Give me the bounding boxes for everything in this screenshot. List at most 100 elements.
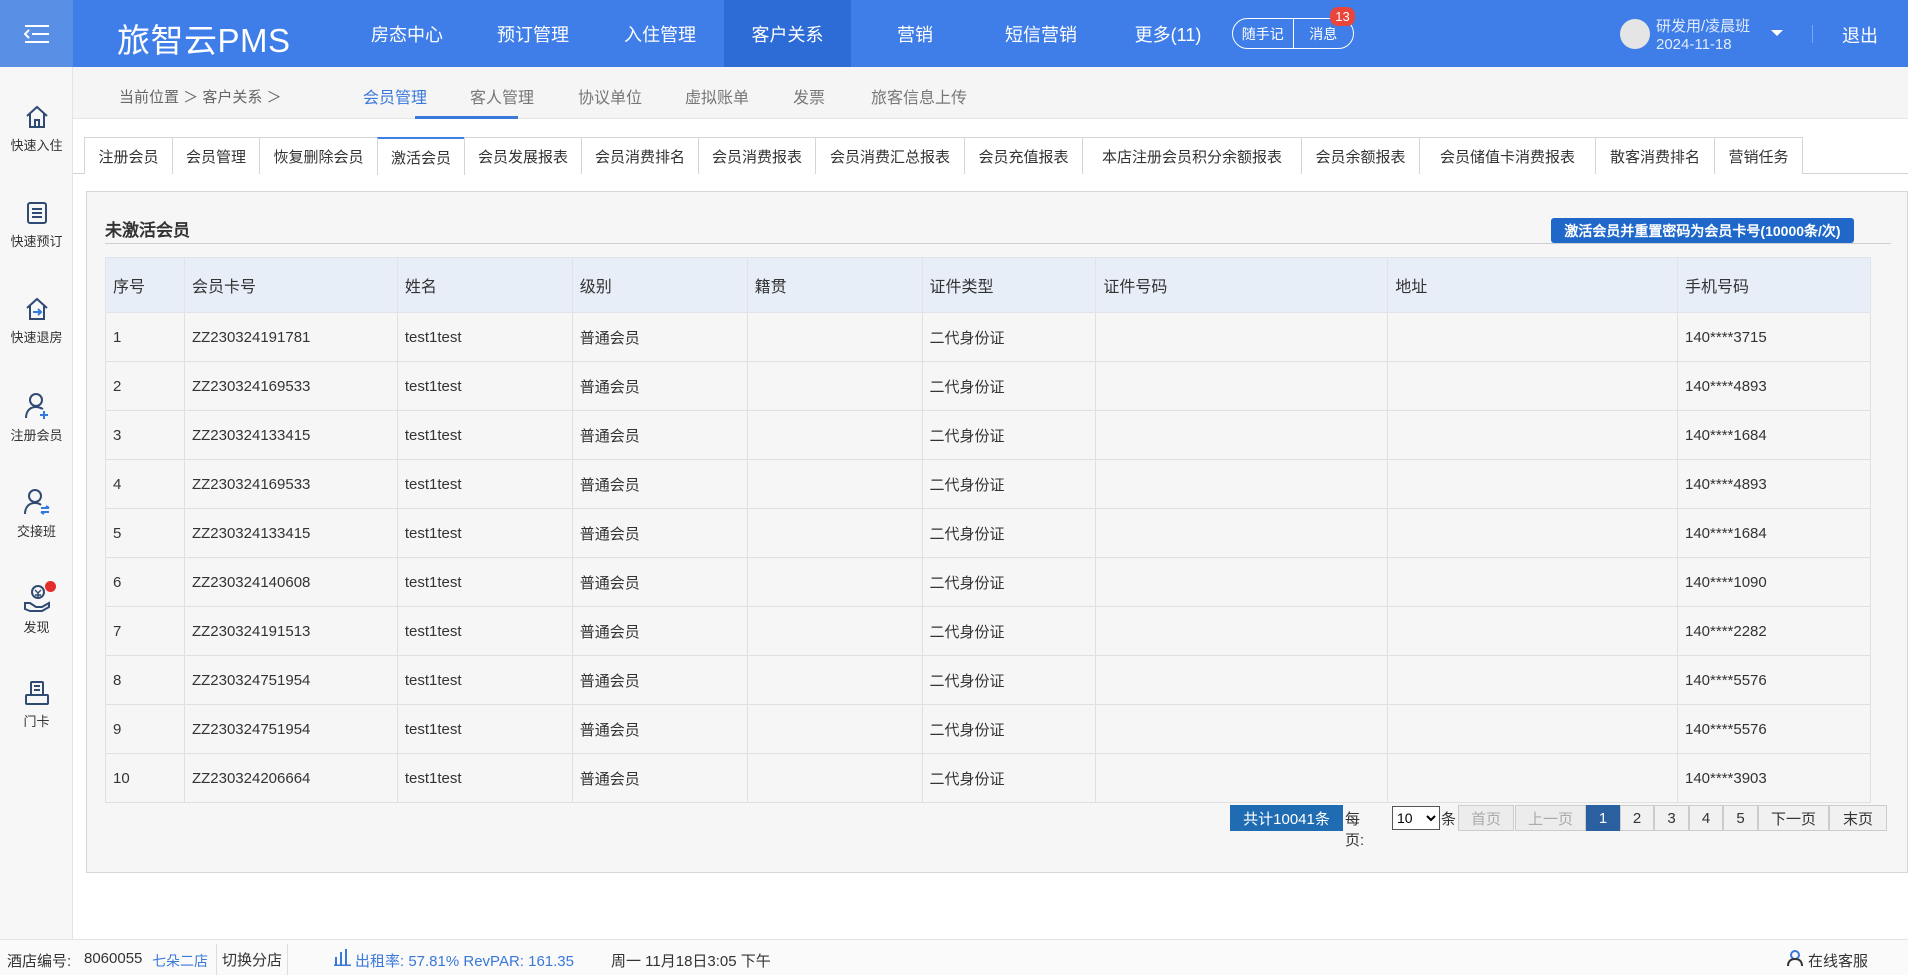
sidebar-item-quick-checkout[interactable]: 快速退房 (0, 295, 73, 373)
table-row[interactable]: 5 ZZ230324133415 test1test 普通会员 二代身份证 140****… (105, 508, 1871, 558)
table-cell (746, 312, 923, 362)
subtab-restore-deleted[interactable]: 恢复删除会员 (259, 137, 378, 174)
table-cell: 普通会员 (571, 753, 748, 803)
table-cell: test1test (396, 753, 573, 803)
table-row[interactable]: 9 ZZ230324751954 test1test 普通会员 二代身份证 140****… (105, 704, 1871, 754)
breadcrumb: 当前位置 ＞ 客户关系 ＞ (119, 89, 282, 106)
nav-more[interactable]: 更多(11) (1113, 0, 1223, 67)
avatar[interactable] (1620, 19, 1650, 49)
table-cell: test1test (396, 704, 573, 754)
sidebar-item-quick-checkin[interactable]: 快速入住 (0, 103, 73, 181)
tab-guest-management[interactable]: 客人管理 (470, 84, 534, 108)
sidebar-item-discover[interactable]: 发现 (0, 581, 73, 661)
table-cell (1095, 557, 1389, 607)
table-cell: 普通会员 (571, 557, 748, 607)
sidebar-item-register-member[interactable]: 注册会员 (0, 391, 73, 469)
subtab-activate-member[interactable]: 激活会员 (377, 137, 465, 175)
table-row[interactable]: 8 ZZ230324751954 test1test 普通会员 二代身份证 140****… (105, 655, 1871, 705)
subtab-stored-value-report[interactable]: 会员储值卡消费报表 (1419, 137, 1596, 174)
per-page-unit: 条 (1441, 811, 1457, 828)
sidebar-item-door-card[interactable]: 门卡 (0, 679, 73, 757)
subtab-member-management[interactable]: 会员管理 (172, 137, 260, 174)
occupancy-revpar: 出租率: 57.81% RevPAR: 161.35 (355, 953, 574, 970)
chevron-down-icon[interactable] (1770, 28, 1784, 38)
business-date: 2024-11-18 (1656, 36, 1732, 53)
table-cell: test1test (396, 459, 573, 509)
table-cell (1387, 704, 1678, 754)
table-cell: 普通会员 (571, 704, 748, 754)
nav-customer-relations[interactable]: 客户关系 (724, 0, 851, 67)
table-cell: ZZ230324169533 (183, 459, 398, 509)
page-button-4[interactable]: 4 (1689, 805, 1723, 831)
divider (105, 243, 1891, 244)
nav-room-status[interactable]: 房态中心 (352, 0, 462, 67)
table-cell: test1test (396, 557, 573, 607)
subtab-points-balance-report[interactable]: 本店注册会员积分余额报表 (1082, 137, 1302, 174)
subtab-member-recharge-report[interactable]: 会员充值报表 (964, 137, 1083, 174)
column-header: 姓名 (396, 257, 573, 313)
tab-agreement-units[interactable]: 协议单位 (578, 84, 642, 108)
table-row[interactable]: 2 ZZ230324169533 test1test 普通会员 二代身份证 140****… (105, 361, 1871, 411)
table-cell (1095, 312, 1389, 362)
per-page-select[interactable]: 10 (1392, 806, 1440, 830)
nav-sms-marketing[interactable]: 短信营销 (986, 0, 1096, 67)
table-cell (1387, 361, 1678, 411)
table-row[interactable]: 1 ZZ230324191781 test1test 普通会员 二代身份证 140****… (105, 312, 1871, 362)
hotel-id-label: 酒店编号: (7, 953, 72, 970)
subtab-marketing-tasks[interactable]: 营销任务 (1714, 137, 1803, 174)
document-icon (26, 202, 47, 224)
page-button-3[interactable]: 3 (1654, 805, 1689, 831)
logout-button[interactable]: 退出 (1842, 22, 1878, 48)
table-row[interactable]: 10 ZZ230324206664 test1test 普通会员 二代身份证 140***… (105, 753, 1871, 803)
table-cell (1095, 753, 1389, 803)
table-cell: test1test (396, 655, 573, 705)
menu-toggle-button[interactable] (0, 0, 73, 67)
subtab-register-member[interactable]: 注册会员 (84, 137, 173, 174)
table-cell: test1test (396, 312, 573, 362)
sidebar-item-label: 快速入住 (10, 138, 63, 153)
subtab-member-spending-rank[interactable]: 会员消费排名 (581, 137, 699, 174)
page-button-2[interactable]: 2 (1620, 805, 1654, 831)
table-cell (1095, 655, 1389, 705)
last-page-button[interactable]: 末页 (1829, 805, 1887, 831)
activate-members-button[interactable]: 激活会员并重置密码为会员卡号(10000条/次) (1551, 218, 1854, 243)
switch-branch-button[interactable]: 切换分店 (216, 944, 289, 975)
table-row[interactable]: 6 ZZ230324140608 test1test 普通会员 二代身份证 140****… (105, 557, 1871, 607)
nav-checkin[interactable]: 入住管理 (605, 0, 715, 67)
table-row[interactable]: 7 ZZ230324191513 test1test 普通会员 二代身份证 140****… (105, 606, 1871, 656)
next-page-button[interactable]: 下一页 (1758, 805, 1829, 831)
hotel-id: 8060055 (84, 950, 143, 967)
table-row[interactable]: 4 ZZ230324169533 test1test 普通会员 二代身份证 140****… (105, 459, 1871, 509)
table-header-row: 序号 会员卡号 姓名 级别 籍贯 证件类型 证件号码 地址 手机号码 (105, 257, 1871, 313)
sidebar-item-quick-booking[interactable]: 快速预订 (0, 199, 73, 277)
table-cell: 140****3715 (1677, 312, 1871, 362)
sidebar-item-label: 快速退房 (10, 330, 63, 345)
nav-marketing[interactable]: 营销 (860, 0, 970, 67)
page-button-1[interactable]: 1 (1586, 805, 1620, 831)
user-name[interactable]: 研发用/凌晨班 (1656, 15, 1750, 36)
subtab-member-spending-summary[interactable]: 会员消费汇总报表 (815, 137, 965, 174)
subtab-member-spending-report[interactable]: 会员消费报表 (698, 137, 816, 174)
table-cell (746, 557, 923, 607)
table-cell: 140****4893 (1677, 459, 1871, 509)
online-support-link[interactable]: 在线客服 (1808, 950, 1868, 971)
subtab-walkin-spending-rank[interactable]: 散客消费排名 (1595, 137, 1715, 174)
status-bar: 酒店编号: 8060055 七朵二店 切换分店 出租率: 57.81% RevP… (0, 939, 1908, 975)
prev-page-button[interactable]: 上一页 (1515, 805, 1586, 831)
sidebar-item-shift-handover[interactable]: 交接班 (0, 487, 73, 565)
first-page-button[interactable]: 首页 (1458, 805, 1514, 831)
tab-virtual-bills[interactable]: 虚拟账单 (685, 84, 749, 108)
table-row[interactable]: 3 ZZ230324133415 test1test 普通会员 二代身份证 140****… (105, 410, 1871, 460)
tab-member-management[interactable]: 会员管理 (363, 84, 427, 108)
table-cell: ZZ230324133415 (183, 508, 398, 558)
page-button-5[interactable]: 5 (1723, 805, 1758, 831)
table-cell: 140****2282 (1677, 606, 1871, 656)
notes-button[interactable]: 随手记 (1233, 19, 1294, 48)
tab-invoices[interactable]: 发票 (793, 84, 825, 108)
table-cell: 二代身份证 (921, 312, 1097, 362)
subtab-member-balance-report[interactable]: 会员余额报表 (1301, 137, 1420, 174)
table-cell: 普通会员 (571, 655, 748, 705)
tab-traveler-info-upload[interactable]: 旅客信息上传 (871, 84, 967, 108)
subtab-member-growth-report[interactable]: 会员发展报表 (464, 137, 582, 174)
nav-reservation[interactable]: 预订管理 (478, 0, 588, 67)
